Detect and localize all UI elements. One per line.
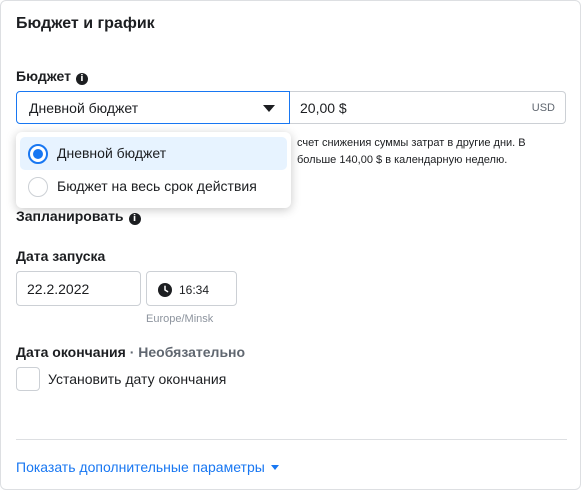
schedule-label: Запланировать bbox=[16, 208, 124, 224]
budget-label-row: Бюджет i bbox=[16, 68, 88, 85]
helper-line-1: счет снижения суммы затрат в другие дни.… bbox=[297, 137, 526, 149]
option-daily-budget[interactable]: Дневной бюджет bbox=[20, 137, 287, 170]
radio-selected-icon bbox=[28, 144, 48, 164]
option-label: Дневной бюджет bbox=[57, 145, 167, 161]
caret-down-icon bbox=[263, 105, 275, 112]
info-icon[interactable]: i bbox=[75, 73, 88, 85]
budget-helper-text: счет снижения суммы затрат в другие дни.… bbox=[297, 135, 567, 169]
start-date-input[interactable]: 22.2.2022 bbox=[16, 271, 141, 306]
start-date-value: 22.2.2022 bbox=[27, 281, 90, 297]
start-time-value: 16:34 bbox=[179, 283, 210, 297]
budget-schedule-panel: Бюджет и график Бюджет i Дневной бюджет 2… bbox=[0, 0, 581, 490]
end-date-label-row: Дата окончания · Необязательно bbox=[16, 344, 245, 360]
helper-line-2: больше 140,00 $ в календарную неделю. bbox=[297, 154, 508, 166]
caret-down-icon bbox=[270, 465, 279, 470]
budget-amount-field[interactable]: 20,00 $ USD bbox=[290, 91, 566, 124]
budget-label: Бюджет bbox=[16, 68, 71, 84]
schedule-label-row: Запланировать i bbox=[16, 208, 141, 225]
budget-amount-value: 20,00 $ bbox=[300, 100, 347, 116]
timezone-label: Europe/Minsk bbox=[146, 313, 214, 325]
show-more-options-label: Показать дополнительные параметры bbox=[16, 459, 265, 475]
budget-type-value: Дневной бюджет bbox=[29, 100, 139, 116]
currency-label: USD bbox=[531, 102, 555, 114]
show-more-options-link[interactable]: Показать дополнительные параметры bbox=[16, 459, 279, 475]
budget-type-select[interactable]: Дневной бюджет bbox=[16, 91, 290, 124]
end-date-label: Дата окончания bbox=[16, 344, 126, 360]
option-lifetime-budget[interactable]: Бюджет на весь срок действия bbox=[20, 170, 287, 203]
clock-icon bbox=[158, 283, 172, 297]
optional-label: · Необязательно bbox=[129, 344, 246, 360]
start-date-label: Дата запуска bbox=[16, 248, 106, 264]
section-title: Бюджет и график bbox=[16, 15, 155, 32]
budget-type-dropdown: Дневной бюджет Бюджет на весь срок дейст… bbox=[16, 132, 291, 208]
option-label: Бюджет на весь срок действия bbox=[57, 178, 257, 194]
radio-unselected-icon bbox=[28, 177, 48, 197]
end-date-checkbox-label[interactable]: Установить дату окончания bbox=[48, 371, 226, 387]
info-icon[interactable]: i bbox=[128, 213, 141, 225]
divider bbox=[16, 439, 567, 440]
start-time-input[interactable]: 16:34 bbox=[146, 271, 237, 306]
end-date-checkbox[interactable] bbox=[16, 367, 40, 391]
